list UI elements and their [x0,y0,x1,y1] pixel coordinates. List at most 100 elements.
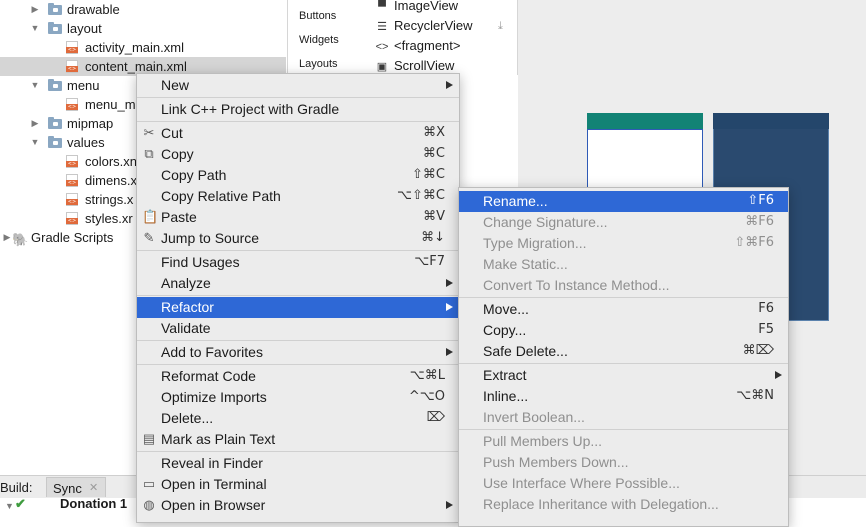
folder-icon [48,22,62,34]
menu-item-link-c-project-with-gradle[interactable]: Link C++ Project with Gradle [137,99,459,120]
menu-item-new[interactable]: New [137,75,459,96]
build-row-text: Donation 1 [60,496,128,511]
menu-item-inline[interactable]: Inline... ⌥⌘N [459,386,788,407]
download-icon[interactable]: ⤓ [498,20,503,33]
paste-icon: 📋 [142,209,159,224]
submenu-arrow-icon [446,303,453,311]
chevron-down-icon[interactable]: ▼ [30,19,40,38]
menu-item-optimize-imports[interactable]: Optimize Imports ^⌥O [137,387,459,408]
check-icon: ✔ [15,496,26,511]
menu-item-copy-path[interactable]: Copy Path ⇧⌘C [137,165,459,186]
menu-item-delete[interactable]: Delete... ⌦ [137,408,459,429]
menu-item-safe-delete[interactable]: Safe Delete... ⌘⌦ [459,341,788,362]
tree-item-label: styles.xr [85,211,133,226]
menu-item-jump-to-source[interactable]: ✎ Jump to Source ⌘↓ [137,228,459,249]
menu-item-label: Inline... [483,388,529,404]
copy-icon: ⧉ [144,146,154,161]
chevron-down-icon[interactable]: ▼ [5,501,14,511]
chevron-right-icon[interactable]: ▶ [30,114,40,133]
menu-item-shortcut: ⌥⌘N [736,388,774,403]
list-icon: ☰ [377,21,387,33]
chevron-right-icon[interactable]: ▶ [2,228,12,247]
scissors-icon: ✂ [143,125,155,140]
menu-item-reveal-in-finder[interactable]: Reveal in Finder [137,453,459,474]
sync-tab-label: Sync [53,481,82,496]
menu-separator [137,340,459,341]
menu-item-label: Open in Terminal [161,476,267,492]
palette-item-label: <fragment> [394,38,461,53]
menu-item-copy[interactable]: Copy... F5 [459,320,788,341]
device-preview-content[interactable] [587,129,703,189]
palette-item-imageview[interactable]: ▀ ImageView [375,0,458,16]
menu-item-label: Copy [161,146,194,162]
tree-item-drawable[interactable]: ▶ drawable [0,0,286,19]
menu-item-open-in-browser[interactable]: ◍ Open in Browser [137,495,459,516]
menu-item-replace-inheritance-with-delegation: Replace Inheritance with Delegation... [459,494,788,515]
menu-item-shortcut: ⌘X [423,125,445,140]
menu-item-rename[interactable]: Rename... ⇧F6 [459,191,788,212]
menu-item-shortcut: ⇧⌘F6 [734,235,774,250]
menu-item-shortcut: ⌦ [426,410,445,425]
menu-item-find-usages[interactable]: Find Usages ⌥F7 [137,252,459,273]
palette-category-layouts[interactable]: Layouts [299,58,338,70]
tree-item-label: menu [67,78,100,93]
xml-file-icon [66,193,78,206]
tree-item-label: Gradle Scripts [31,230,114,245]
menu-item-label: Use Interface Where Possible... [483,475,680,491]
menu-item-change-signature: Change Signature... ⌘F6 [459,212,788,233]
tree-item-label: strings.x [85,192,134,207]
menu-item-copy[interactable]: ⧉ Copy ⌘C [137,144,459,165]
xml-file-icon [66,174,78,187]
menu-item-label: Reformat Code [161,368,256,384]
tree-item-label: values [67,135,105,150]
palette-item-recyclerview[interactable]: ☰ RecyclerView [375,16,472,36]
palette-category-buttons[interactable]: Buttons [299,10,336,22]
menu-item-label: Optimize Imports [161,389,267,405]
menu-item-extract[interactable]: Extract [459,365,788,386]
device-preview-appbar [587,113,703,129]
tree-item-layout[interactable]: ▼ layout [0,19,286,38]
chevron-down-icon[interactable]: ▼ [30,133,40,152]
chevron-right-icon[interactable]: ▶ [30,0,40,19]
palette-category-widgets[interactable]: Widgets [299,34,339,46]
menu-item-open-in-terminal[interactable]: ▭ Open in Terminal [137,474,459,495]
menu-item-label: Jump to Source [161,230,260,246]
menu-item-shortcut: ⌘C [422,146,445,161]
menu-item-label: Type Migration... [483,235,587,251]
chevron-down-icon[interactable]: ▼ [30,76,40,95]
menu-item-paste[interactable]: 📋 Paste ⌘V [137,207,459,228]
xml-file-icon [66,41,78,54]
menu-item-validate[interactable]: Validate [137,318,459,339]
text-icon: ▤ [142,431,156,446]
xml-file-icon [66,212,78,225]
menu-item-mark-as-plain-text[interactable]: ▤ Mark as Plain Text [137,429,459,450]
menu-separator [459,363,788,364]
menu-item-move[interactable]: Move... F6 [459,299,788,320]
palette-item-label: ImageView [394,0,459,13]
menu-item-cut[interactable]: ✂ Cut ⌘X [137,123,459,144]
xml-file-icon [66,155,78,168]
menu-item-reformat-code[interactable]: Reformat Code ⌥⌘L [137,366,459,387]
tree-item-activity-main-xml[interactable]: activity_main.xml [0,38,286,57]
tree-item-label: layout [67,21,102,36]
menu-item-add-to-favorites[interactable]: Add to Favorites [137,342,459,363]
palette-item-fragment[interactable]: <> <fragment> [375,36,461,56]
submenu-arrow-icon [446,348,453,356]
menu-item-label: Copy Path [161,167,227,183]
sync-tab[interactable]: Sync ✕ [46,477,106,497]
menu-item-copy-relative-path[interactable]: Copy Relative Path ⌥⇧⌘C [137,186,459,207]
menu-separator [137,451,459,452]
menu-item-label: Rename... [483,193,548,209]
menu-item-analyze[interactable]: Analyze [137,273,459,294]
folder-icon [48,79,62,91]
menu-item-refactor[interactable]: Refactor [137,297,459,318]
menu-item-label: Find Usages [161,254,240,270]
context-menu: New Link C++ Project with Gradle ✂ Cut ⌘X ⧉ Co… [136,73,460,523]
menu-item-invert-boolean: Invert Boolean... [459,407,788,428]
menu-item-use-interface-where-possible: Use Interface Where Possible... [459,473,788,494]
menu-separator [137,97,459,98]
close-icon[interactable]: ✕ [89,481,98,494]
menu-item-label: Reveal in Finder [161,455,263,471]
menu-separator [137,364,459,365]
menu-item-push-members-down: Push Members Down... [459,452,788,473]
